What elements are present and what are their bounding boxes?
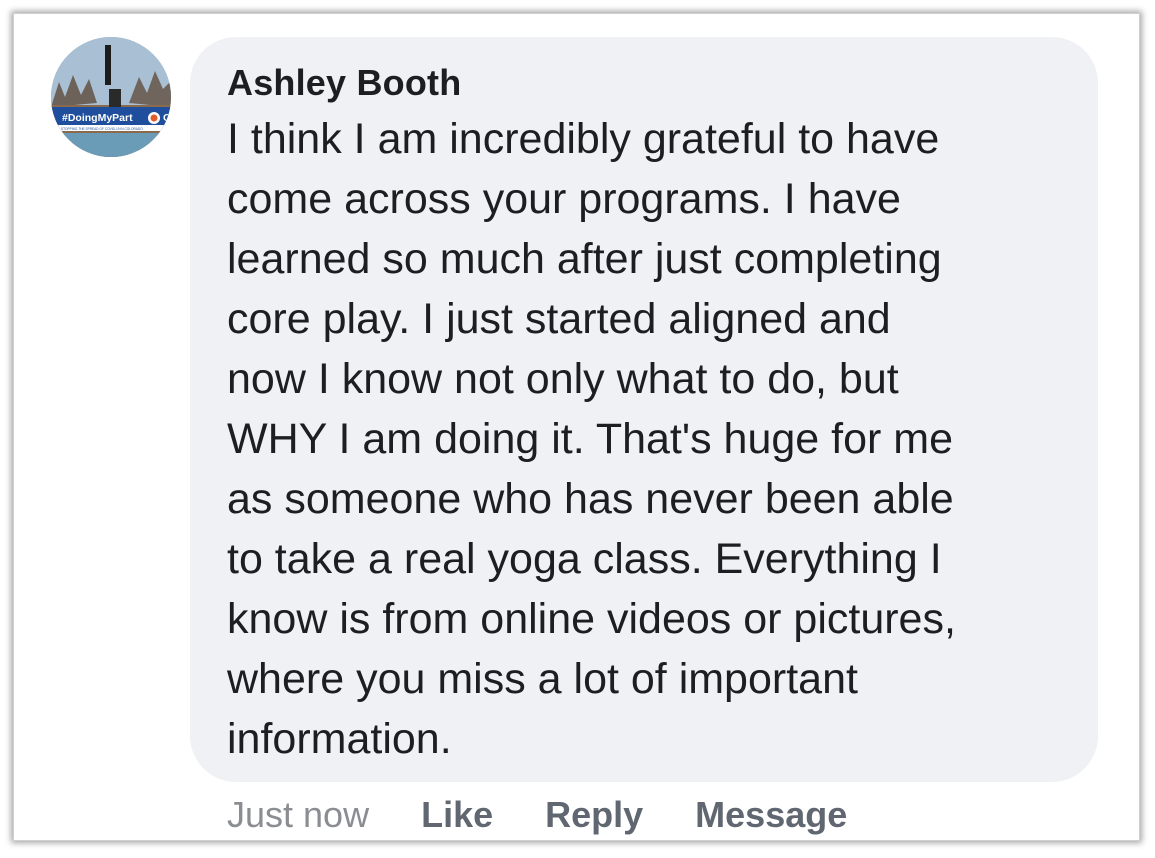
comment-text-line: core play. I just started aligned and [227, 295, 891, 343]
comment-text-line: as someone who has never been able [227, 475, 954, 523]
comment-timestamp[interactable]: Just now [227, 794, 369, 836]
comment-text-line: now I know not only what to do, but [227, 355, 899, 403]
avatar-badge-subtext: STOPPING THE SPREAD OF COVID-19 IN COLOR… [61, 127, 143, 131]
comment-text-line: learned so much after just completing [227, 235, 942, 283]
comment-text-line: where you miss a lot of important [227, 655, 858, 703]
like-button[interactable]: Like [421, 794, 493, 836]
reply-button[interactable]: Reply [545, 794, 643, 836]
comment-author[interactable]: Ashley Booth [227, 62, 461, 104]
avatar-photo: #DoingMyPart O STOPPING THE SPREAD OF CO… [51, 37, 171, 157]
comment-text-line: come across your programs. I have [227, 175, 901, 223]
message-button[interactable]: Message [695, 794, 847, 836]
avatar-badge-text: #DoingMyPart [62, 112, 133, 124]
comment-actions: Just now Like Reply Message [227, 790, 899, 840]
avatar[interactable]: #DoingMyPart O STOPPING THE SPREAD OF CO… [51, 37, 171, 157]
comment-text-line: I think I am incredibly grateful to have [227, 115, 940, 163]
comment-text-line: to take a real yoga class. Everything I [227, 535, 942, 583]
comment-text: I think I am incredibly grateful to have… [227, 109, 1087, 769]
comment-text-line: WHY I am doing it. That's huge for me [227, 415, 954, 463]
comment-text-line: information. [227, 715, 452, 763]
comment-text-line: know is from online videos or pictures, [227, 595, 956, 643]
